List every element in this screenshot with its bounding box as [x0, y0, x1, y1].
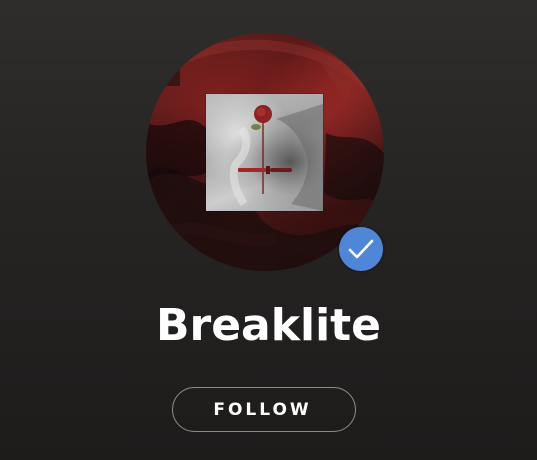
follow-button[interactable]: FOLLOW [172, 387, 356, 432]
check-icon [348, 239, 374, 259]
album-cover-image [206, 94, 323, 211]
artist-name: Breaklite [155, 300, 382, 351]
rose-dagger-illustration [229, 104, 323, 211]
artist-header: Breaklite FOLLOW [0, 0, 537, 460]
verified-badge [339, 227, 383, 271]
